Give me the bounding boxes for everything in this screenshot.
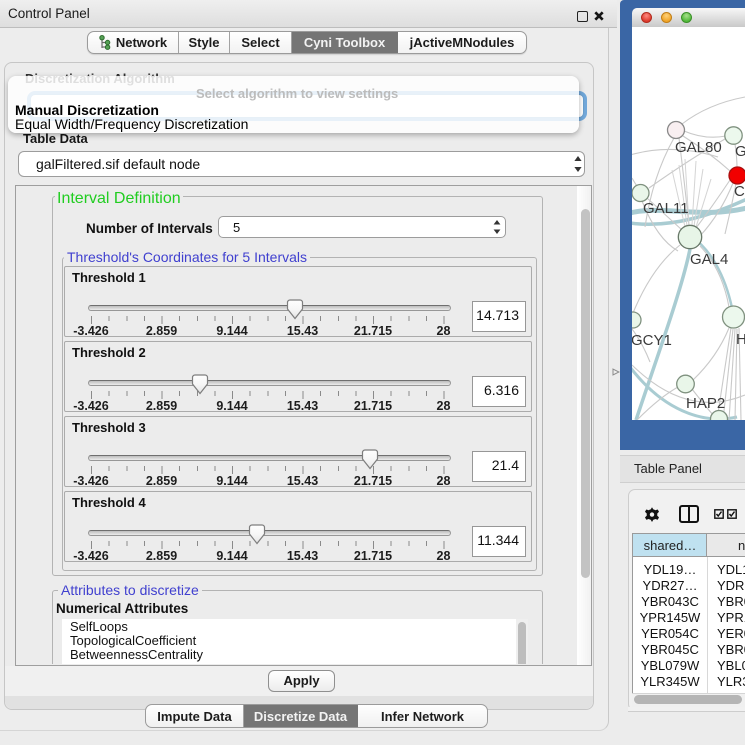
svg-text:GAL4: GAL4 xyxy=(690,251,728,268)
svg-text:C: C xyxy=(734,183,745,200)
svg-text:GAL11: GAL11 xyxy=(643,200,689,217)
svg-text:GAL80: GAL80 xyxy=(675,139,722,156)
svg-text:HAP2: HAP2 xyxy=(686,395,725,412)
svg-text:GCY1: GCY1 xyxy=(632,332,672,349)
svg-text:G.: G. xyxy=(735,143,745,160)
svg-text:H: H xyxy=(736,331,745,348)
